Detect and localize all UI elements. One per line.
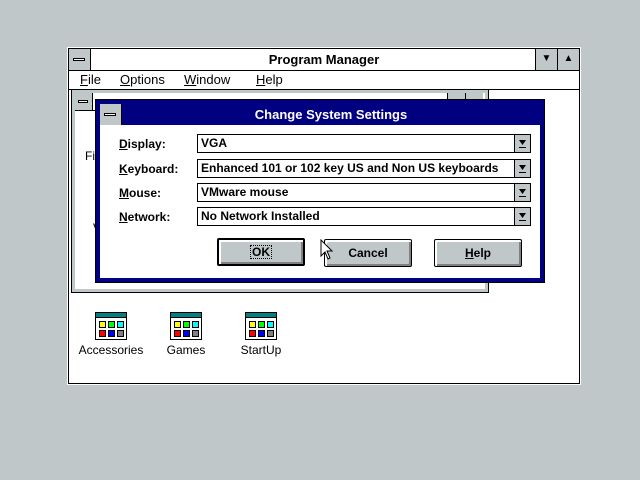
system-menu-icon [78,100,88,103]
arrow-down-icon [519,165,526,173]
menu-file[interactable]: File [80,71,101,89]
keyboard-dropdown[interactable]: Enhanced 101 or 102 key US and Non US ke… [197,159,531,178]
help-button-label: elp [473,246,491,260]
mouse-dropdown[interactable]: VMware mouse [197,183,531,202]
menu-bar: File Options Window Help [69,71,579,90]
minimize-button[interactable]: ▼ [535,49,557,70]
cancel-button[interactable]: Cancel [324,239,412,267]
display-dropdown[interactable]: VGA [197,134,531,153]
display-value: VGA [201,136,228,150]
main-group-system-menu[interactable] [75,93,93,110]
system-menu-icon [73,58,85,61]
menu-options[interactable]: Options [120,71,165,89]
dropdown-arrow-button[interactable] [514,135,530,152]
arrow-down-icon [519,140,526,148]
startup-group-icon[interactable] [245,312,277,340]
program-manager-title: Program Manager [268,52,380,67]
mouse-pointer-icon [320,239,334,260]
games-group-label[interactable]: Games [146,343,226,357]
network-value: No Network Installed [201,209,320,223]
maximize-icon: ▲ [563,53,574,64]
arrow-down-icon [519,189,526,197]
ok-button[interactable]: OK [217,238,305,266]
help-button-hotkey: H [464,246,474,260]
mouse-label: Mouse: [119,186,162,200]
display-label: Display: [119,137,166,151]
arrow-down-icon [519,213,526,221]
accessories-group-icon[interactable] [95,312,127,340]
dropdown-arrow-button[interactable] [514,160,530,177]
focus-rectangle [250,245,272,259]
dialog-system-menu-button[interactable] [100,104,122,125]
mouse-value: VMware mouse [201,185,289,199]
menu-window[interactable]: Window [184,71,230,89]
network-label: Network: [119,210,171,224]
dropdown-arrow-button[interactable] [514,184,530,201]
network-dropdown[interactable]: No Network Installed [197,207,531,226]
startup-group-label[interactable]: StartUp [221,343,301,357]
dialog-title: Change System Settings [254,107,408,122]
system-menu-button[interactable] [69,49,91,70]
dialog-titlebar[interactable]: Change System Settings [100,104,540,125]
cancel-button-label: Cancel [348,246,388,260]
keyboard-label: Keyboard: [119,162,179,176]
help-button[interactable]: Help [434,239,522,267]
dropdown-arrow-button[interactable] [514,208,530,225]
games-group-icon[interactable] [170,312,202,340]
minimize-icon: ▼ [541,53,552,64]
system-menu-icon [104,113,116,116]
program-manager-titlebar[interactable]: Program Manager ▼ ▲ [69,49,579,71]
menu-help[interactable]: Help [256,71,283,89]
maximize-button[interactable]: ▲ [557,49,579,70]
keyboard-value: Enhanced 101 or 102 key US and Non US ke… [201,161,499,175]
accessories-group-label[interactable]: Accessories [71,343,151,357]
